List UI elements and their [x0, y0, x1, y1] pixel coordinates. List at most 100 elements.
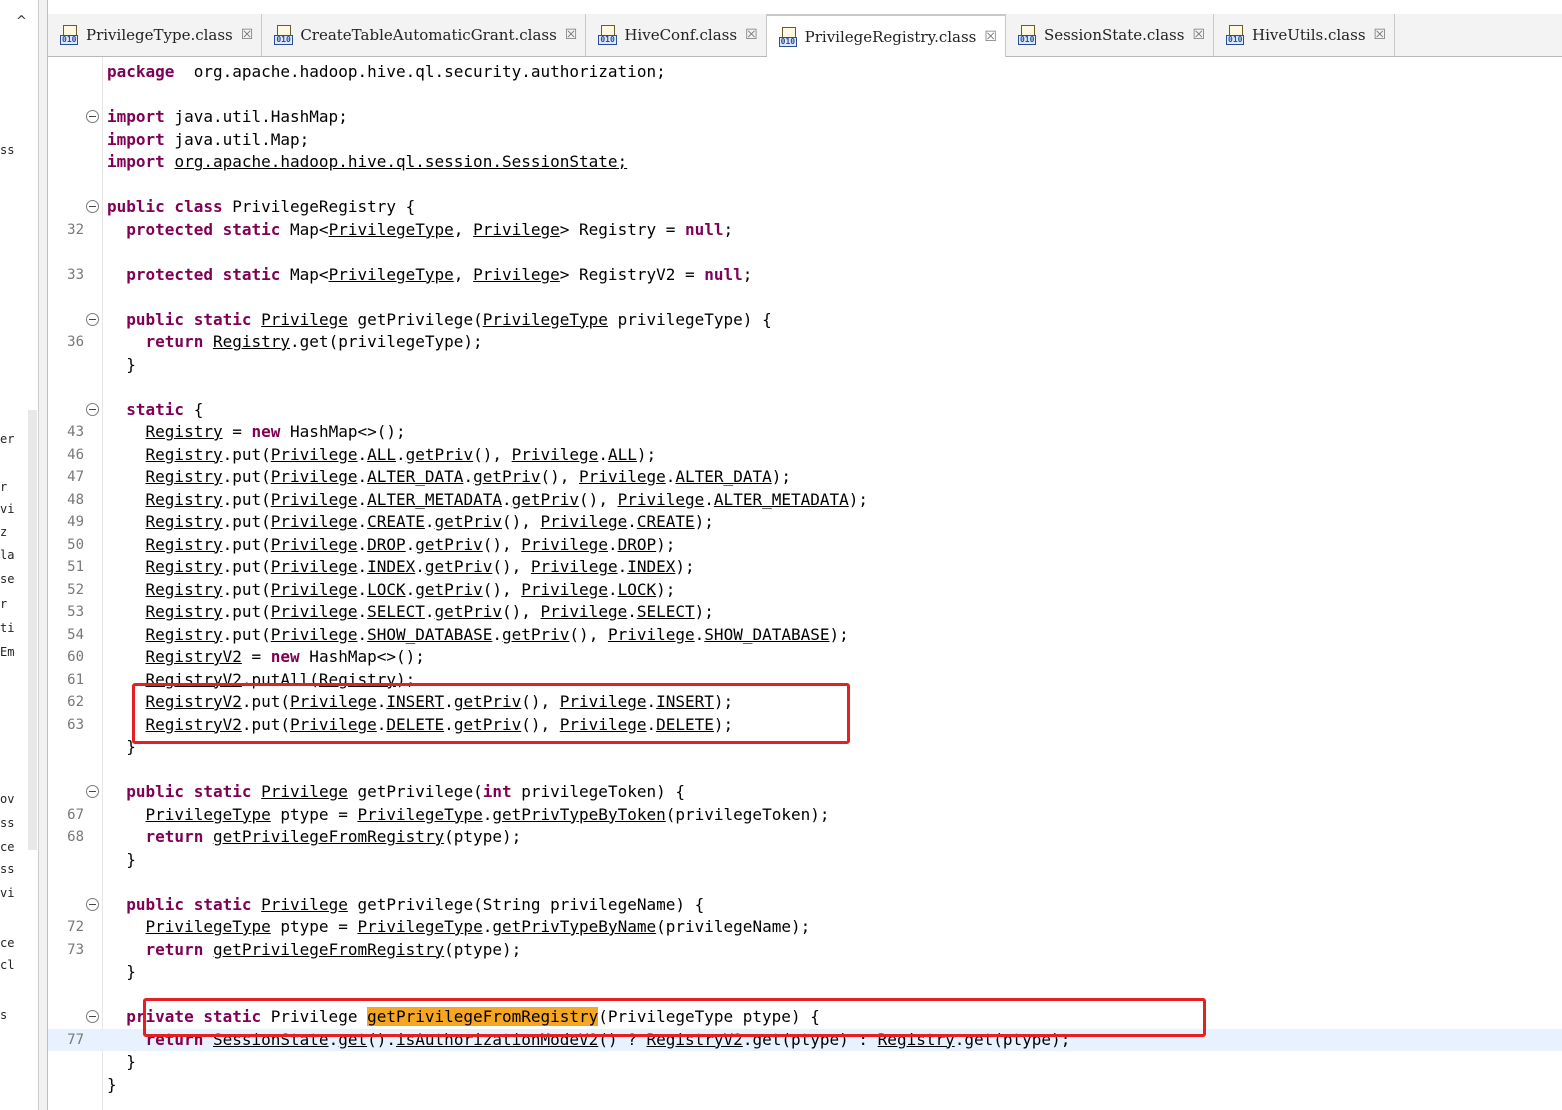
code-line[interactable]: 32 protected static Map<PrivilegeType, P… — [48, 219, 1562, 241]
code-line[interactable]: 72 PrivilegeType ptype = PrivilegeType.g… — [48, 916, 1562, 938]
code-line[interactable]: 50 Registry.put(Privilege.DROP.getPriv()… — [48, 534, 1562, 556]
close-tab-icon[interactable]: ☒ — [565, 27, 578, 43]
code-text: static { — [107, 399, 203, 421]
keyword-token: return — [145, 332, 204, 351]
reference-token: Privilege — [521, 579, 608, 599]
editor-tab[interactable]: 010 CreateTableAutomaticGrant.class ☒ — [262, 14, 587, 56]
code-line[interactable] — [48, 286, 1562, 308]
close-tab-icon[interactable]: ☒ — [1192, 27, 1205, 43]
code-line[interactable]: 67 PrivilegeType ptype = PrivilegeType.g… — [48, 804, 1562, 826]
code-line[interactable]: import java.util.Map; — [48, 129, 1562, 151]
code-token: . — [607, 534, 618, 554]
code-line[interactable]: package org.apache.hadoop.hive.ql.securi… — [48, 61, 1562, 83]
code-token: .putAll( — [241, 669, 319, 689]
code-token: org.apache.hadoop.hive.ql.security.autho… — [174, 62, 666, 81]
code-line[interactable]: 43 Registry = new HashMap<>(); — [48, 421, 1562, 443]
code-token: . — [357, 534, 368, 554]
code-line[interactable]: 62 RegistryV2.put(Privilege.INSERT.getPr… — [48, 691, 1562, 713]
code-line[interactable]: import java.util.HashMap; — [48, 106, 1562, 128]
fold-toggle-icon[interactable] — [86, 1010, 99, 1023]
code-line[interactable]: 73 return getPrivilegeFromRegistry(ptype… — [48, 939, 1562, 961]
code-line[interactable]: 33 protected static Map<PrivilegeType, P… — [48, 264, 1562, 286]
close-tab-icon[interactable]: ☒ — [1374, 27, 1387, 43]
code-token: (), — [482, 579, 522, 599]
code-line[interactable] — [48, 984, 1562, 1006]
editor-tab[interactable]: 010 HiveUtils.class ☒ — [1214, 14, 1396, 56]
code-text: RegistryV2.put(Privilege.DELETE.getPriv(… — [107, 714, 734, 736]
code-token: ptype = — [270, 804, 358, 824]
code-line[interactable]: 47 Registry.put(Privilege.ALTER_DATA.get… — [48, 466, 1562, 488]
code-token: } — [107, 1052, 136, 1071]
code-line[interactable]: 68 return getPrivilegeFromRegistry(ptype… — [48, 826, 1562, 848]
class-file-icon: 010 — [598, 25, 618, 45]
fold-toggle-icon[interactable] — [86, 785, 99, 798]
code-line[interactable]: private static Privilege getPrivilegeFro… — [48, 1006, 1562, 1028]
code-line[interactable]: 51 Registry.put(Privilege.INDEX.getPriv(… — [48, 556, 1562, 578]
code-line[interactable]: 61 RegistryV2.putAll(Registry); — [48, 669, 1562, 691]
code-line[interactable]: } — [48, 849, 1562, 871]
reference-token: Registry — [145, 422, 223, 441]
close-tab-icon[interactable]: ☒ — [745, 27, 758, 43]
code-text: Registry.put(Privilege.CREATE.getPriv(),… — [107, 511, 714, 533]
code-line[interactable]: 77 return SessionState.get().isAuthoriza… — [48, 1028, 1562, 1051]
fold-toggle-icon[interactable] — [86, 110, 99, 123]
code-line[interactable]: public static Privilege getPrivilege(Str… — [48, 894, 1562, 916]
code-token: (), — [579, 489, 618, 509]
reference-token: DELETE — [656, 714, 714, 734]
code-line[interactable]: public static Privilege getPrivilege(int… — [48, 781, 1562, 803]
code-line[interactable]: } — [48, 961, 1562, 983]
code-line[interactable]: } — [48, 736, 1562, 758]
close-tab-icon[interactable]: ☒ — [984, 29, 997, 45]
code-line[interactable] — [48, 241, 1562, 263]
editor-tab[interactable]: 010 SessionState.class ☒ — [1006, 14, 1215, 56]
editor-tab[interactable]: 010 PrivilegeType.class ☒ — [48, 14, 263, 56]
editor-tab[interactable]: 010 HiveConf.class ☒ — [586, 14, 767, 56]
fold-toggle-icon[interactable] — [86, 312, 99, 326]
code-line[interactable]: static { — [48, 399, 1562, 421]
fold-toggle-icon[interactable] — [86, 200, 99, 213]
reference-token: getPrivTypeByToken — [492, 804, 666, 824]
code-line[interactable] — [48, 174, 1562, 196]
close-tab-icon[interactable]: ☒ — [241, 27, 254, 43]
line-number: 46 — [67, 446, 84, 463]
left-pane-text-fragment: z — [0, 525, 8, 539]
editor-tab[interactable]: 010 PrivilegeRegistry.class ☒ — [766, 14, 1006, 57]
code-token: (privilegeName); — [656, 917, 811, 936]
collapse-chevron-icon[interactable]: ^ — [16, 14, 27, 29]
code-line[interactable]: 46 Registry.put(Privilege.ALL.getPriv(),… — [48, 444, 1562, 466]
code-line[interactable]: 54 Registry.put(Privilege.SHOW_DATABASE.… — [48, 624, 1562, 646]
code-line[interactable]: } — [48, 1051, 1562, 1073]
code-line[interactable]: public static Privilege getPrivilege(Pri… — [48, 309, 1562, 331]
code-line[interactable]: 48 Registry.put(Privilege.ALTER_METADATA… — [48, 489, 1562, 511]
reference-token: Registry — [318, 669, 396, 689]
code-line[interactable]: } — [48, 354, 1562, 376]
line-number: 62 — [67, 694, 84, 710]
code-text: Registry = new HashMap<>(); — [107, 421, 406, 443]
left-pane-scrollbar[interactable] — [28, 410, 37, 850]
reference-token: Registry — [145, 579, 223, 599]
code-editor[interactable]: package org.apache.hadoop.hive.ql.securi… — [48, 57, 1562, 1110]
fold-toggle-icon[interactable] — [86, 402, 99, 416]
code-line[interactable] — [48, 376, 1562, 398]
code-text: RegistryV2.putAll(Registry); — [107, 669, 416, 691]
code-line[interactable] — [48, 871, 1562, 893]
fold-toggle-icon[interactable] — [86, 897, 99, 911]
reference-token: Privilege — [270, 624, 358, 644]
code-line[interactable] — [48, 84, 1562, 106]
code-line[interactable]: 53 Registry.put(Privilege.SELECT.getPriv… — [48, 601, 1562, 623]
view-divider[interactable] — [39, 0, 48, 1110]
code-line[interactable]: } — [48, 1074, 1562, 1096]
reference-token: Privilege — [530, 557, 618, 576]
code-line[interactable]: import org.apache.hadoop.hive.ql.session… — [48, 151, 1562, 173]
code-line[interactable]: 36 return Registry.get(privilegeType); — [48, 331, 1562, 353]
code-line[interactable]: 52 Registry.put(Privilege.LOCK.getPriv()… — [48, 579, 1562, 601]
reference-token: SHOW_DATABASE — [367, 624, 493, 644]
code-token: = — [222, 422, 252, 441]
code-line[interactable] — [48, 759, 1562, 781]
code-line[interactable]: 49 Registry.put(Privilege.CREATE.getPriv… — [48, 511, 1562, 533]
code-line[interactable]: public class PrivilegeRegistry { — [48, 196, 1562, 218]
code-line[interactable]: 60 RegistryV2 = new HashMap<>(); — [48, 646, 1562, 668]
code-line[interactable]: 63 RegistryV2.put(Privilege.DELETE.getPr… — [48, 714, 1562, 736]
